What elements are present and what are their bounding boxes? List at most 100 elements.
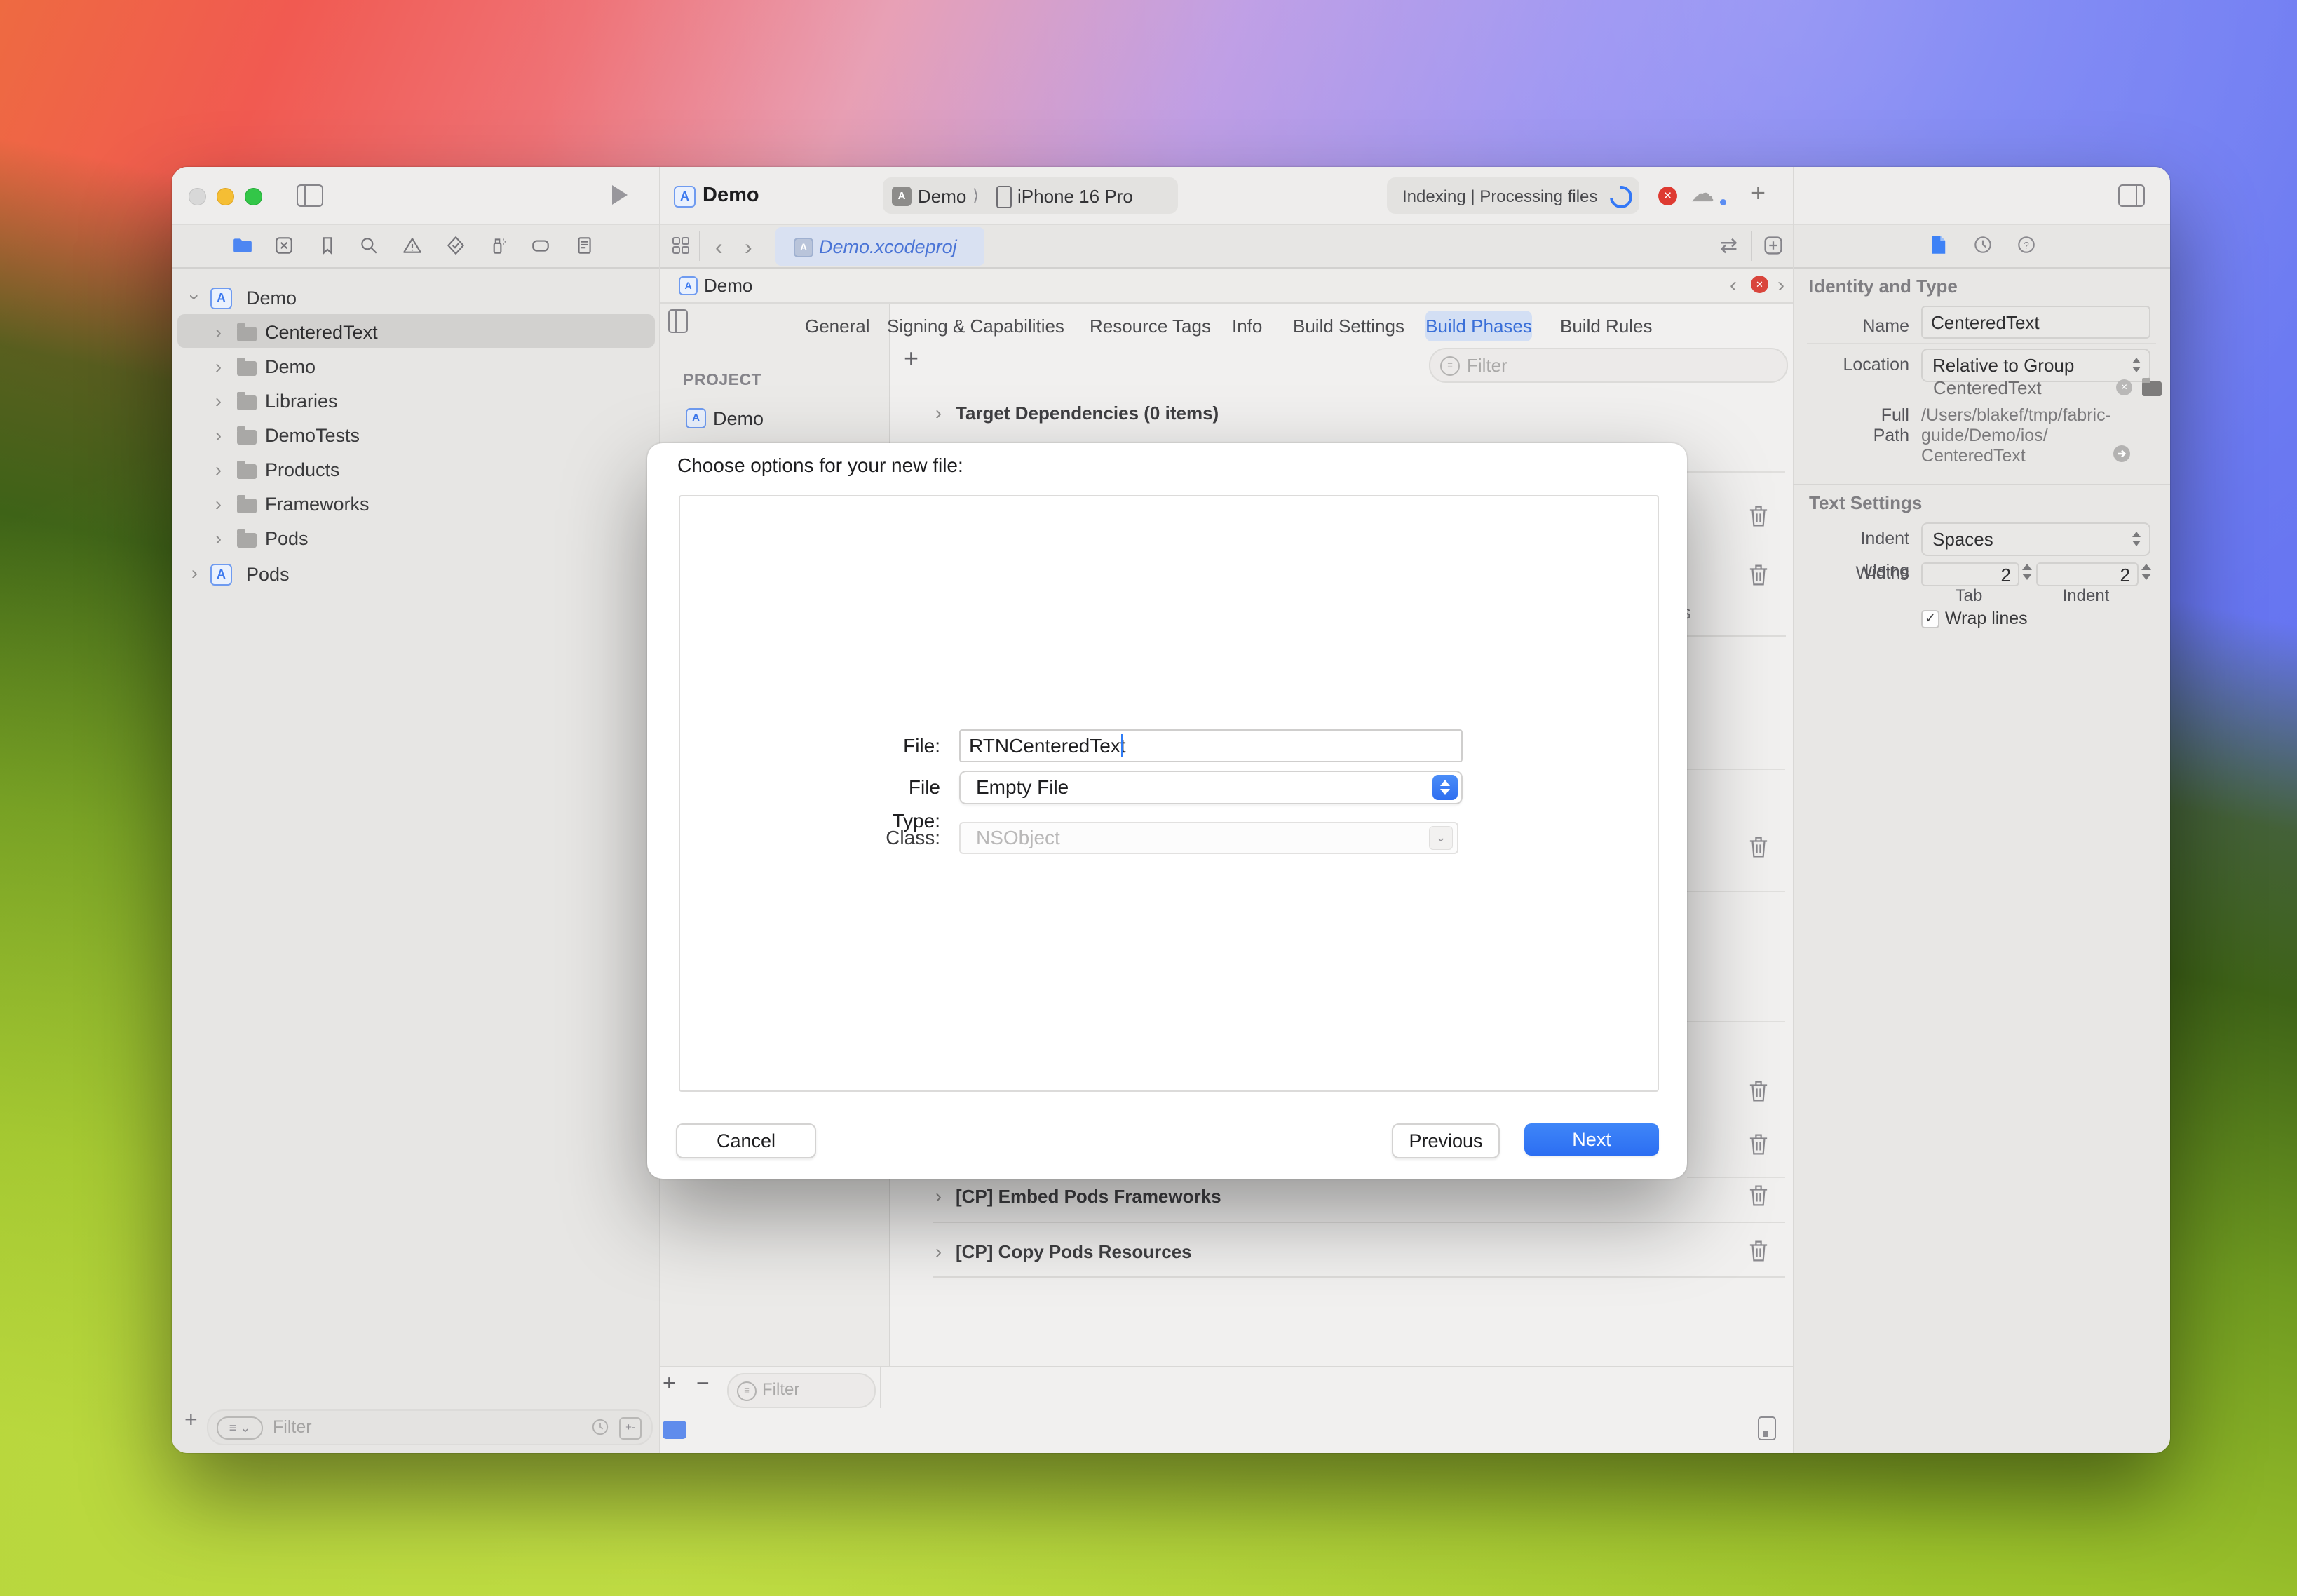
split-view-icon[interactable] [668, 309, 688, 333]
minimize-button[interactable] [217, 188, 234, 205]
inspector-toggle-icon[interactable] [2118, 184, 2145, 207]
cloud-icon[interactable]: ☁ [1690, 180, 1714, 208]
trash-icon[interactable] [1748, 1132, 1769, 1156]
filter-icon: ≡ [1440, 356, 1460, 376]
tree-label: Libraries [265, 391, 338, 412]
project-navigator-icon[interactable] [232, 235, 253, 256]
help-inspector-icon[interactable]: ? [2016, 234, 2037, 255]
add-file-button[interactable]: + [184, 1407, 198, 1433]
add-toolbar-icon[interactable]: + [1751, 178, 1766, 208]
chevron-right-icon[interactable]: › [191, 562, 198, 584]
source-control-navigator-icon[interactable] [273, 235, 294, 256]
navigator-filter-field[interactable]: ≡ ⌄ Filter +- [207, 1409, 653, 1445]
scm-status-filter-icon[interactable]: +- [619, 1417, 642, 1440]
new-file-options-dialog: Choose options for your new file: File: … [647, 443, 1687, 1179]
identity-header: Identity and Type [1809, 276, 1958, 297]
file-type-popup[interactable]: Empty File [959, 771, 1463, 804]
bottom-filter-field[interactable]: ≡ Filter [727, 1373, 876, 1408]
editor-grid-icon[interactable] [671, 236, 691, 255]
activity-status[interactable]: Indexing | Processing files [1387, 177, 1639, 214]
trash-icon[interactable] [1748, 504, 1769, 528]
filter-options-icon[interactable]: ≡ ⌄ [217, 1416, 263, 1440]
tab-build-phases[interactable]: Build Phases [1425, 311, 1532, 341]
tab-build-rules[interactable]: Build Rules [1560, 312, 1653, 340]
full-path-line1: /Users/blakef/tmp/fabric- [1921, 405, 2111, 426]
chevron-right-icon[interactable]: › [935, 403, 942, 424]
forward-nav-icon[interactable]: › [745, 234, 752, 260]
trash-icon[interactable] [1748, 1239, 1769, 1263]
chevron-right-icon[interactable]: › [215, 494, 222, 515]
tab-signing[interactable]: Signing & Capabilities [887, 312, 1064, 340]
open-arrow-icon[interactable] [2112, 444, 2132, 464]
trash-icon[interactable] [1748, 563, 1769, 587]
indent-width-stepper[interactable] [2141, 564, 2151, 580]
cancel-button[interactable]: Cancel [676, 1123, 816, 1158]
folder-icon [237, 499, 257, 513]
folder-icon [237, 327, 257, 341]
error-badge[interactable]: ✕ [1658, 187, 1677, 205]
tab-build-settings[interactable]: Build Settings [1293, 312, 1404, 340]
search-navigator-icon[interactable] [358, 235, 379, 256]
filter-flag-icon[interactable] [663, 1421, 686, 1439]
bookmark-navigator-icon[interactable] [317, 235, 338, 256]
breadcrumb-error-badge[interactable]: ✕ [1751, 276, 1768, 293]
breadcrumb-forward-icon[interactable]: › [1777, 273, 1784, 297]
file-type-value: Empty File [976, 776, 1069, 799]
tab-width-stepper[interactable] [2022, 564, 2032, 580]
chevron-right-icon[interactable]: › [935, 1241, 942, 1263]
file-inspector-icon[interactable] [1929, 234, 1949, 255]
chevron-right-icon[interactable]: › [935, 1186, 942, 1208]
scheme-selector[interactable]: A Demo ⟩ iPhone 16 Pro [883, 177, 1178, 214]
recent-files-icon[interactable] [591, 1418, 609, 1436]
breadcrumb[interactable]: Demo [704, 275, 752, 297]
choose-folder-icon[interactable] [2142, 381, 2162, 396]
breadcrumb-back-icon[interactable]: ‹ [1730, 273, 1737, 297]
test-navigator-icon[interactable] [445, 235, 466, 256]
group-value: CenteredText [1933, 377, 2042, 399]
navigator-toggle-icon[interactable] [297, 184, 323, 207]
tab-general[interactable]: General [805, 312, 870, 340]
add-editor-icon[interactable] [1762, 234, 1784, 257]
tab-resource-tags[interactable]: Resource Tags [1090, 312, 1211, 340]
add-build-phase-button[interactable]: + [904, 344, 919, 373]
swap-editor-icon[interactable]: ⇄ [1720, 234, 1737, 258]
file-name-input[interactable]: RTNCenteredText [959, 729, 1463, 762]
build-phases-filter-field[interactable]: ≡ Filter [1429, 348, 1788, 383]
remove-item-button[interactable]: − [696, 1370, 710, 1396]
zoom-button[interactable] [245, 188, 262, 205]
debug-navigator-icon[interactable] [487, 235, 508, 256]
wrap-lines-checkbox[interactable]: ✓ [1921, 610, 1939, 628]
chevron-right-icon[interactable]: › [215, 459, 222, 481]
tab-width-field[interactable]: 2 [1921, 562, 2019, 586]
trash-icon[interactable] [1748, 1079, 1769, 1103]
chevron-down-icon[interactable]: › [184, 294, 205, 300]
add-item-button[interactable]: + [663, 1370, 676, 1396]
run-button[interactable] [612, 185, 628, 205]
device-bezel-icon[interactable] [1758, 1416, 1776, 1440]
chevron-right-icon[interactable]: › [215, 528, 222, 550]
chevron-right-icon[interactable]: › [215, 391, 222, 412]
clear-icon[interactable]: ✕ [2116, 379, 2132, 395]
trash-icon[interactable] [1748, 835, 1769, 859]
tab-info[interactable]: Info [1232, 312, 1262, 340]
chevron-right-icon[interactable]: › [215, 425, 222, 447]
trash-icon[interactable] [1748, 1184, 1769, 1208]
tree-label: DemoTests [265, 425, 360, 447]
name-field[interactable]: CenteredText [1921, 306, 2150, 339]
report-navigator-icon[interactable] [574, 235, 595, 256]
chevron-right-icon[interactable]: › [215, 356, 222, 378]
history-inspector-icon[interactable] [1972, 234, 1993, 255]
navigator-filter-placeholder: Filter [273, 1417, 312, 1438]
editor-tab[interactable]: A Demo.xcodeproj [775, 227, 984, 266]
popup-stepper-button[interactable] [1432, 775, 1458, 800]
chevron-right-icon[interactable]: › [215, 322, 222, 344]
breakpoint-navigator-icon[interactable] [530, 235, 551, 256]
previous-button[interactable]: Previous [1392, 1123, 1500, 1158]
indent-using-popup[interactable]: Spaces [1921, 522, 2150, 556]
indent-width-field[interactable]: 2 [2036, 562, 2139, 586]
next-button[interactable]: Next [1524, 1123, 1659, 1156]
issue-navigator-icon[interactable] [402, 235, 423, 256]
close-button[interactable] [189, 188, 206, 205]
back-nav-icon[interactable]: ‹ [715, 234, 723, 260]
class-combo[interactable]: NSObject ⌄ [959, 822, 1458, 854]
